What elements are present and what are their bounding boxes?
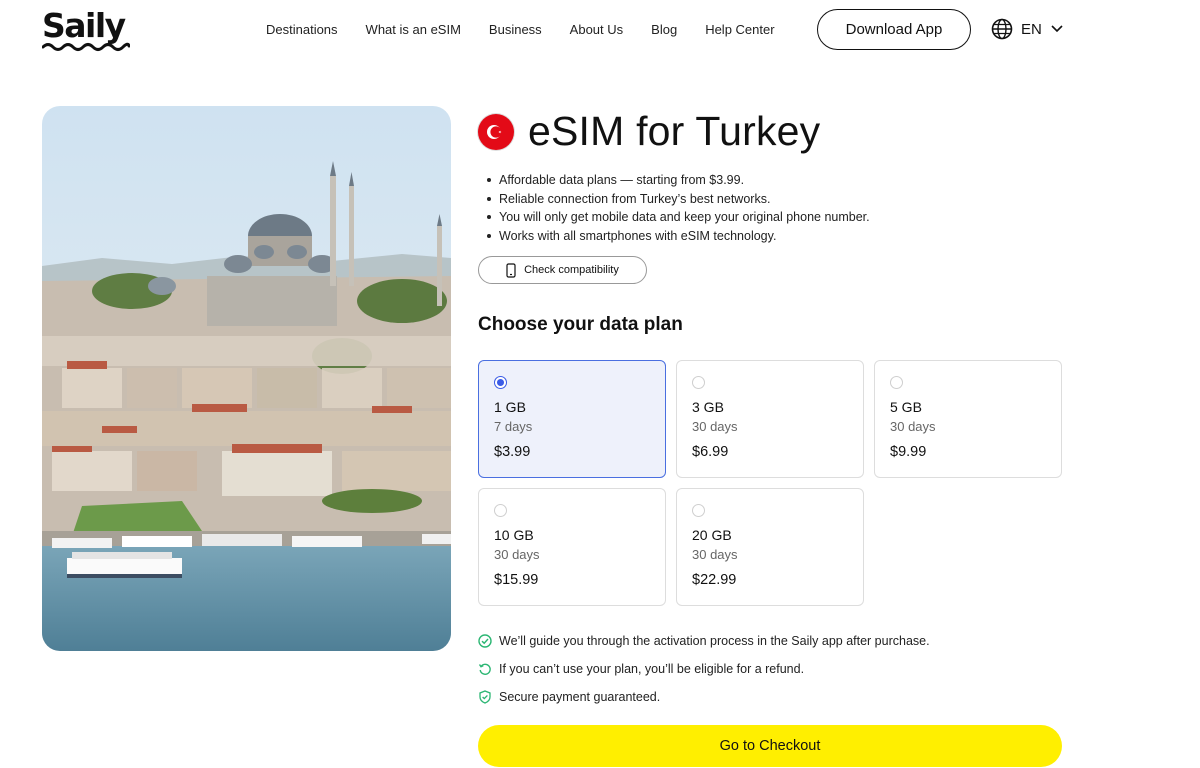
site-header: Saily Destinations What is an eSIM Busin… <box>0 0 1200 60</box>
download-app-button[interactable]: Download App <box>817 9 971 50</box>
crescent-star-icon <box>487 124 502 139</box>
plan-price: $3.99 <box>494 444 531 460</box>
assurance-text: We’ll guide you through the activation p… <box>499 634 930 648</box>
plan-duration: 30 days <box>494 547 540 562</box>
page-title: eSIM for Turkey <box>528 108 821 154</box>
plan-radio[interactable] <box>692 376 705 389</box>
plan-data-amount: 5 GB <box>890 399 922 415</box>
plan-duration: 7 days <box>494 419 533 434</box>
phone-icon <box>506 262 516 278</box>
plan-duration: 30 days <box>890 419 936 434</box>
benefit-item: Works with all smartphones with eSIM tec… <box>487 227 870 246</box>
logo-wave-icon <box>42 42 130 51</box>
assurance-item: We’ll guide you through the activation p… <box>478 627 930 655</box>
istanbul-illustration <box>42 106 451 651</box>
main-nav: Destinations What is an eSIM Business Ab… <box>266 20 775 40</box>
plan-card-10gb[interactable]: 10 GB 30 days $15.99 <box>478 488 666 606</box>
plan-price: $9.99 <box>890 444 927 460</box>
logo-text: Saily <box>42 6 126 45</box>
plan-radio[interactable] <box>890 376 903 389</box>
assurance-item: Secure payment guaranteed. <box>478 683 930 711</box>
refund-icon <box>478 663 491 675</box>
language-selector[interactable]: EN <box>991 18 1064 40</box>
checkout-button[interactable]: Go to Checkout <box>478 725 1062 767</box>
check-compatibility-button[interactable]: Check compatibility <box>478 256 647 284</box>
globe-icon <box>991 18 1013 40</box>
plan-card-3gb[interactable]: 3 GB 30 days $6.99 <box>676 360 864 478</box>
plan-price: $6.99 <box>692 444 729 460</box>
product-benefits-list: Affordable data plans — starting from $3… <box>487 171 870 246</box>
plan-radio-selected[interactable] <box>494 376 507 389</box>
plan-price: $15.99 <box>494 572 539 588</box>
nav-business[interactable]: Business <box>489 20 542 40</box>
purchase-assurances: We’ll guide you through the activation p… <box>478 627 930 711</box>
plan-card-1gb[interactable]: 1 GB 7 days $3.99 <box>478 360 666 478</box>
nav-about-us[interactable]: About Us <box>570 20 623 40</box>
assurance-item: If you can’t use your plan, you’ll be el… <box>478 655 930 683</box>
plan-radio[interactable] <box>494 504 507 517</box>
plan-radio[interactable] <box>692 504 705 517</box>
shield-check-icon <box>479 690 491 704</box>
assurance-text: If you can’t use your plan, you’ll be el… <box>499 662 805 676</box>
turkey-flag-icon <box>478 113 514 150</box>
nav-what-is-esim[interactable]: What is an eSIM <box>366 20 461 40</box>
check-compatibility-label: Check compatibility <box>524 264 619 276</box>
plan-price: $22.99 <box>692 572 737 588</box>
benefit-item: You will only get mobile data and keep y… <box>487 208 870 227</box>
destination-photo <box>42 106 451 651</box>
plan-data-amount: 10 GB <box>494 527 534 543</box>
language-label: EN <box>1021 20 1042 38</box>
benefit-item: Affordable data plans — starting from $3… <box>487 171 870 190</box>
plan-card-20gb[interactable]: 20 GB 30 days $22.99 <box>676 488 864 606</box>
plan-duration: 30 days <box>692 419 738 434</box>
nav-help-center[interactable]: Help Center <box>705 20 774 40</box>
check-circle-icon <box>478 634 492 648</box>
chevron-down-icon <box>1051 25 1063 33</box>
nav-blog[interactable]: Blog <box>651 20 677 40</box>
plan-data-amount: 20 GB <box>692 527 732 543</box>
product-title-row: eSIM for Turkey <box>478 108 820 155</box>
nav-destinations[interactable]: Destinations <box>266 20 338 40</box>
benefit-item: Reliable connection from Turkey’s best n… <box>487 190 870 209</box>
plan-data-amount: 1 GB <box>494 399 526 415</box>
plan-section-heading: Choose your data plan <box>478 314 683 335</box>
assurance-text: Secure payment guaranteed. <box>499 690 661 704</box>
plan-duration: 30 days <box>692 547 738 562</box>
plan-data-amount: 3 GB <box>692 399 724 415</box>
saily-logo[interactable]: Saily <box>42 8 134 52</box>
plan-card-5gb[interactable]: 5 GB 30 days $9.99 <box>874 360 1062 478</box>
